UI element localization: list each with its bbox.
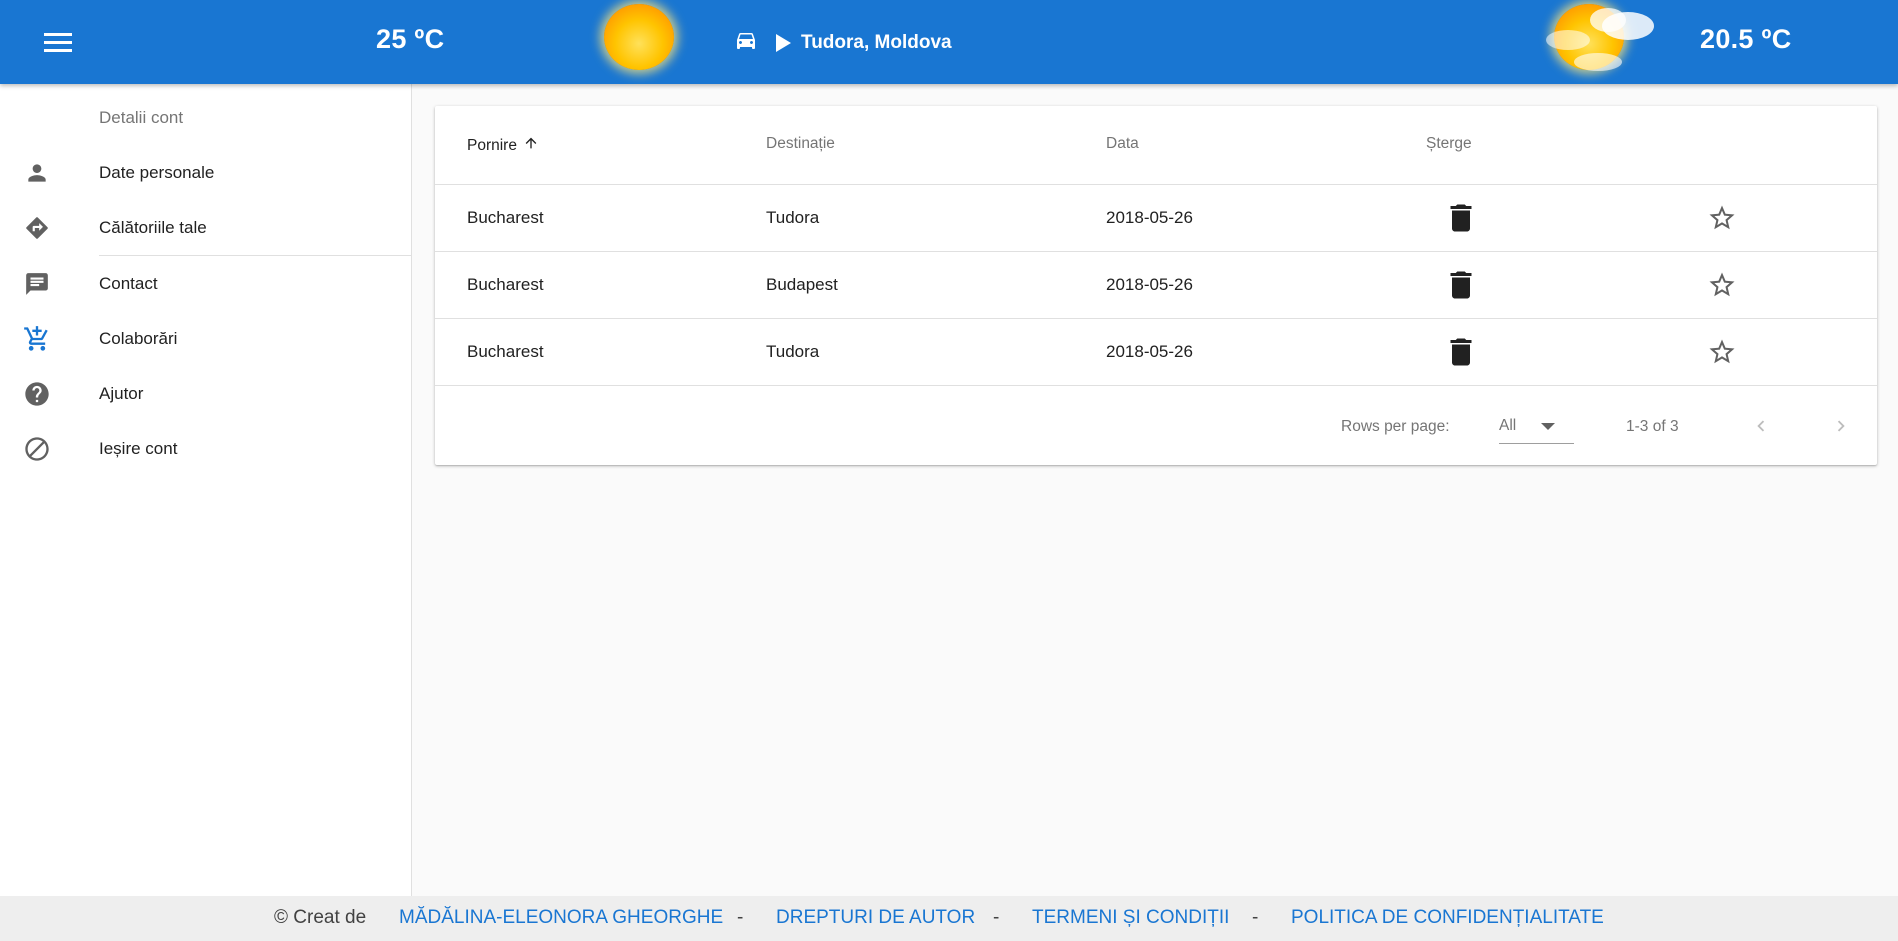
sidebar-item-ajutor[interactable]: Ajutor xyxy=(0,367,411,421)
sidebar-item-label: Ieșire cont xyxy=(99,439,178,458)
cell-pornire: Bucharest xyxy=(467,208,544,227)
footer: © Creat de MĂDĂLINA-ELEONORA GHEORGHE - … xyxy=(0,896,1898,941)
menu-icon[interactable] xyxy=(40,24,76,60)
car-icon xyxy=(732,28,760,58)
rows-per-page-value: All xyxy=(1499,417,1517,434)
add-shopping-cart-icon xyxy=(23,325,51,353)
column-header-destinatie[interactable]: Destinație xyxy=(766,135,835,153)
sidebar-item-calatorii[interactable]: Călătoriile tale xyxy=(0,201,411,255)
table-row: Bucharest Budapest 2018-05-26 xyxy=(435,252,1877,319)
cell-pornire: Bucharest xyxy=(467,275,544,294)
column-label: Pornire xyxy=(467,136,517,154)
footer-separator: - xyxy=(1252,907,1259,928)
table-header: Pornire Destinație Data Șterge xyxy=(435,106,1877,185)
star-icon[interactable] xyxy=(1707,270,1737,300)
chevron-down-icon xyxy=(1541,423,1555,430)
arrow-up-icon xyxy=(523,135,539,156)
footer-separator: - xyxy=(993,907,1000,928)
next-page-button[interactable] xyxy=(1825,410,1857,442)
sidebar-divider xyxy=(99,255,411,256)
column-header-data[interactable]: Data xyxy=(1106,135,1139,153)
star-icon[interactable] xyxy=(1707,337,1737,367)
privacy-link[interactable]: POLITICA DE CONFIDENȚIALITATE xyxy=(1291,907,1604,929)
rows-per-page-select[interactable]: All xyxy=(1499,408,1574,444)
cell-destinatie: Tudora xyxy=(766,208,820,227)
star-icon[interactable] xyxy=(1707,203,1737,233)
delete-icon[interactable] xyxy=(1446,270,1476,300)
route-info: Tudora, Moldova xyxy=(732,28,952,58)
copyright-text: © Creat de xyxy=(274,907,367,928)
chevron-left-icon xyxy=(1757,420,1765,432)
cloud-icon xyxy=(1546,8,1654,71)
author-link[interactable]: MĂDĂLINA-ELEONORA GHEORGHE xyxy=(399,907,723,929)
pagination-range: 1-3 of 3 xyxy=(1626,418,1679,435)
play-arrow-icon xyxy=(776,34,791,52)
sidebar-header: Detalii cont xyxy=(99,108,184,127)
terms-link[interactable]: TERMENI ȘI CONDIȚII xyxy=(1032,907,1229,929)
app-bar: 25 ºC Tudora, Moldova 20.5 ºC xyxy=(0,0,1898,84)
sidebar-item-colaborari[interactable]: Colaborări xyxy=(0,312,411,366)
table-row: Bucharest Tudora 2018-05-26 xyxy=(435,319,1877,386)
cell-destinatie: Tudora xyxy=(766,342,820,361)
chevron-right-icon xyxy=(1837,420,1845,432)
directions-icon xyxy=(23,214,51,242)
sun-icon xyxy=(604,4,674,70)
previous-page-button[interactable] xyxy=(1745,410,1777,442)
current-temperature: 25 ºC xyxy=(376,24,445,54)
cell-data: 2018-05-26 xyxy=(1106,342,1193,361)
cell-pornire: Bucharest xyxy=(467,342,544,361)
rows-per-page-label: Rows per page: xyxy=(1341,418,1450,435)
sidebar-item-label: Călătoriile tale xyxy=(99,218,207,237)
sidebar-item-iesire[interactable]: Ieșire cont xyxy=(0,422,411,476)
person-icon xyxy=(23,159,51,187)
sidebar-item-date-personale[interactable]: Date personale xyxy=(0,146,411,200)
delete-icon[interactable] xyxy=(1446,337,1476,367)
cell-destinatie: Budapest xyxy=(766,275,838,294)
trips-table: Pornire Destinație Data Șterge Bucharest… xyxy=(435,106,1877,465)
table-row: Bucharest Tudora 2018-05-26 xyxy=(435,185,1877,252)
sidebar-item-label: Colaborări xyxy=(99,329,178,348)
block-icon xyxy=(23,435,51,463)
help-icon xyxy=(23,380,51,408)
column-header-sterge: Șterge xyxy=(1426,135,1472,152)
copyright-link[interactable]: DREPTURI DE AUTOR xyxy=(776,907,975,929)
message-icon xyxy=(23,270,51,298)
sidebar-item-label: Contact xyxy=(99,274,158,293)
footer-separator: - xyxy=(737,907,744,928)
column-header-pornire[interactable]: Pornire xyxy=(467,135,539,156)
sidebar-item-label: Ajutor xyxy=(99,384,144,403)
delete-icon[interactable] xyxy=(1446,203,1476,233)
destination-label: Tudora, Moldova xyxy=(801,32,952,53)
sidebar-item-label: Date personale xyxy=(99,163,215,182)
table-pagination: Rows per page: All 1-3 of 3 xyxy=(435,386,1877,465)
forecast-temperature: 20.5 ºC xyxy=(1700,24,1792,54)
sidebar: Detalii cont Date personale Călătoriile … xyxy=(0,84,412,896)
cell-data: 2018-05-26 xyxy=(1106,208,1193,227)
sidebar-item-contact[interactable]: Contact xyxy=(0,257,411,311)
cell-data: 2018-05-26 xyxy=(1106,275,1193,294)
